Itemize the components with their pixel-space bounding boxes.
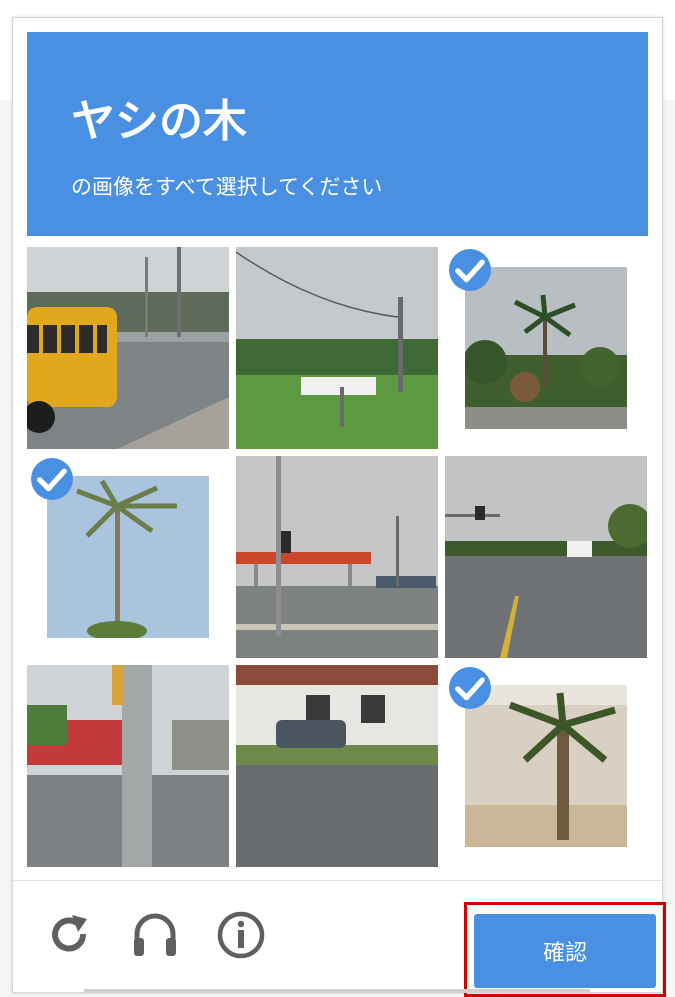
image-tile-6[interactable] <box>445 456 647 658</box>
tile-image-field-power-lines <box>236 247 438 449</box>
challenge-instructions: の画像をすべて選択してください <box>71 175 383 199</box>
image-tile-1[interactable] <box>27 247 229 449</box>
selected-check-icon <box>31 458 73 500</box>
image-tile-4[interactable] <box>27 456 229 658</box>
tile-image-tall-palm-sky <box>47 476 209 638</box>
image-tile-5[interactable] <box>236 456 438 658</box>
selected-check-icon <box>449 249 491 291</box>
tile-image-school-bus <box>27 247 229 449</box>
captcha-dialog: ヤシの木 の画像をすべて選択してください 確認 <box>12 17 666 997</box>
image-tile-9[interactable] <box>445 665 647 867</box>
image-tile-3[interactable] <box>445 247 647 449</box>
tile-image-building-parked-car <box>236 665 438 867</box>
info-icon[interactable] <box>216 910 266 960</box>
tile-image-palm-trees-bushes <box>465 267 627 429</box>
tile-image-road-traffic-lights <box>445 456 647 658</box>
tile-image-gas-station <box>236 456 438 658</box>
tile-image-street-pole-shops <box>27 665 229 867</box>
bottom-scroll-indicator <box>84 989 590 993</box>
tile-image-palm-near-wall <box>465 685 627 847</box>
image-tile-2[interactable] <box>236 247 438 449</box>
challenge-header: ヤシの木 の画像をすべて選択してください <box>27 32 648 236</box>
selected-check-icon <box>449 667 491 709</box>
headphones-icon[interactable] <box>130 910 180 960</box>
verify-button[interactable]: 確認 <box>474 914 656 988</box>
reload-icon[interactable] <box>45 910 95 960</box>
footer-divider <box>13 880 662 881</box>
challenge-title: ヤシの木 <box>71 96 247 147</box>
image-tile-7[interactable] <box>27 665 229 867</box>
image-tile-8[interactable] <box>236 665 438 867</box>
